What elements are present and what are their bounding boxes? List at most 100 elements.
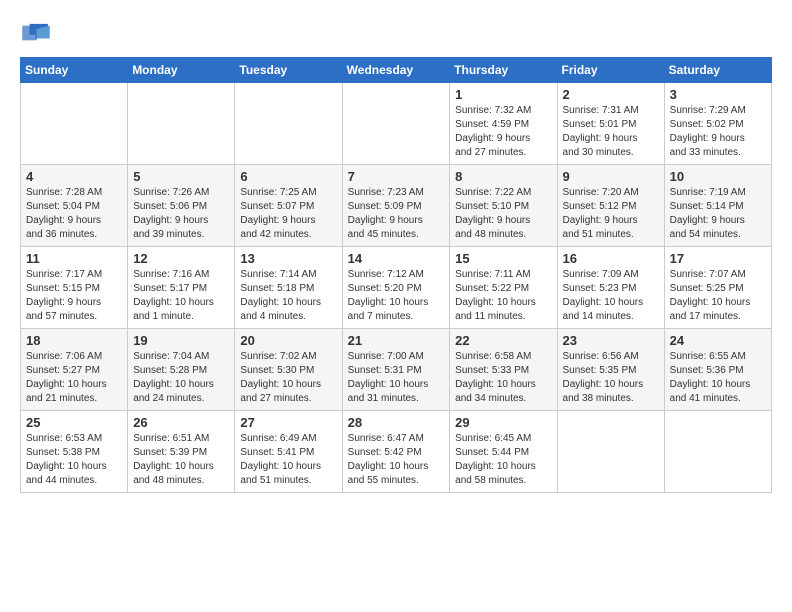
day-info: Sunrise: 6:53 AM Sunset: 5:38 PM Dayligh… xyxy=(26,432,122,488)
calendar-cell xyxy=(664,411,771,493)
weekday-header-wednesday: Wednesday xyxy=(342,58,450,83)
day-info: Sunrise: 7:09 AM Sunset: 5:23 PM Dayligh… xyxy=(563,268,659,324)
calendar-week-row: 11 Sunrise: 7:17 AM Sunset: 5:15 PM Dayli… xyxy=(21,247,772,329)
day-info: Sunrise: 7:04 AM Sunset: 5:28 PM Dayligh… xyxy=(133,350,229,406)
calendar-week-row: 1 Sunrise: 7:32 AM Sunset: 4:59 PM Daylig… xyxy=(21,83,772,165)
day-number: 10 xyxy=(670,169,766,184)
day-info: Sunrise: 7:17 AM Sunset: 5:15 PM Dayligh… xyxy=(26,268,122,324)
day-number: 2 xyxy=(563,87,659,102)
calendar-cell: 29 Sunrise: 6:45 AM Sunset: 5:44 PM Dayli… xyxy=(450,411,557,493)
day-info: Sunrise: 6:51 AM Sunset: 5:39 PM Dayligh… xyxy=(133,432,229,488)
calendar-cell xyxy=(342,83,450,165)
logo-icon xyxy=(22,22,50,44)
calendar-cell: 18 Sunrise: 7:06 AM Sunset: 5:27 PM Dayli… xyxy=(21,329,128,411)
day-info: Sunrise: 7:14 AM Sunset: 5:18 PM Dayligh… xyxy=(240,268,336,324)
day-number: 17 xyxy=(670,251,766,266)
day-number: 6 xyxy=(240,169,336,184)
day-number: 3 xyxy=(670,87,766,102)
calendar-cell xyxy=(21,83,128,165)
calendar-cell: 16 Sunrise: 7:09 AM Sunset: 5:23 PM Dayli… xyxy=(557,247,664,329)
calendar-cell: 12 Sunrise: 7:16 AM Sunset: 5:17 PM Dayli… xyxy=(128,247,235,329)
day-info: Sunrise: 7:07 AM Sunset: 5:25 PM Dayligh… xyxy=(670,268,766,324)
calendar-cell: 2 Sunrise: 7:31 AM Sunset: 5:01 PM Daylig… xyxy=(557,83,664,165)
logo xyxy=(20,22,50,49)
day-number: 16 xyxy=(563,251,659,266)
day-info: Sunrise: 7:23 AM Sunset: 5:09 PM Dayligh… xyxy=(348,186,445,242)
day-number: 25 xyxy=(26,415,122,430)
day-number: 11 xyxy=(26,251,122,266)
calendar-cell: 14 Sunrise: 7:12 AM Sunset: 5:20 PM Dayli… xyxy=(342,247,450,329)
calendar-cell: 7Sunrise: 7:23 AM Sunset: 5:09 PM Daylig… xyxy=(342,165,450,247)
day-info: Sunrise: 7:26 AM Sunset: 5:06 PM Dayligh… xyxy=(133,186,229,242)
calendar-cell: 21Sunrise: 7:00 AM Sunset: 5:31 PM Dayli… xyxy=(342,329,450,411)
day-number: 18 xyxy=(26,333,122,348)
day-info: Sunrise: 6:45 AM Sunset: 5:44 PM Dayligh… xyxy=(455,432,551,488)
day-info: Sunrise: 6:58 AM Sunset: 5:33 PM Dayligh… xyxy=(455,350,551,406)
calendar-week-row: 25 Sunrise: 6:53 AM Sunset: 5:38 PM Dayli… xyxy=(21,411,772,493)
calendar-cell: 23 Sunrise: 6:56 AM Sunset: 5:35 PM Dayli… xyxy=(557,329,664,411)
day-info: Sunrise: 6:49 AM Sunset: 5:41 PM Dayligh… xyxy=(240,432,336,488)
day-info: Sunrise: 7:28 AM Sunset: 5:04 PM Dayligh… xyxy=(26,186,122,242)
day-number: 23 xyxy=(563,333,659,348)
day-number: 12 xyxy=(133,251,229,266)
day-info: Sunrise: 7:12 AM Sunset: 5:20 PM Dayligh… xyxy=(348,268,445,324)
calendar-cell: 13 Sunrise: 7:14 AM Sunset: 5:18 PM Dayli… xyxy=(235,247,342,329)
calendar-cell: 20 Sunrise: 7:02 AM Sunset: 5:30 PM Dayli… xyxy=(235,329,342,411)
day-info: Sunrise: 7:29 AM Sunset: 5:02 PM Dayligh… xyxy=(670,104,766,160)
weekday-header-saturday: Saturday xyxy=(664,58,771,83)
day-info: Sunrise: 7:20 AM Sunset: 5:12 PM Dayligh… xyxy=(563,186,659,242)
day-info: Sunrise: 6:47 AM Sunset: 5:42 PM Dayligh… xyxy=(348,432,445,488)
calendar-cell: 25 Sunrise: 6:53 AM Sunset: 5:38 PM Dayli… xyxy=(21,411,128,493)
calendar-cell: 22 Sunrise: 6:58 AM Sunset: 5:33 PM Dayli… xyxy=(450,329,557,411)
day-number: 8 xyxy=(455,169,551,184)
day-number: 5 xyxy=(133,169,229,184)
day-number: 1 xyxy=(455,87,551,102)
calendar-cell xyxy=(557,411,664,493)
calendar-week-row: 18 Sunrise: 7:06 AM Sunset: 5:27 PM Dayli… xyxy=(21,329,772,411)
day-number: 22 xyxy=(455,333,551,348)
calendar-cell: 15Sunrise: 7:11 AM Sunset: 5:22 PM Dayli… xyxy=(450,247,557,329)
weekday-header-tuesday: Tuesday xyxy=(235,58,342,83)
calendar-cell: 1 Sunrise: 7:32 AM Sunset: 4:59 PM Daylig… xyxy=(450,83,557,165)
day-number: 9 xyxy=(563,169,659,184)
calendar-cell: 6 Sunrise: 7:25 AM Sunset: 5:07 PM Daylig… xyxy=(235,165,342,247)
calendar-cell xyxy=(128,83,235,165)
calendar-cell: 8 Sunrise: 7:22 AM Sunset: 5:10 PM Daylig… xyxy=(450,165,557,247)
day-number: 4 xyxy=(26,169,122,184)
calendar-cell: 4 Sunrise: 7:28 AM Sunset: 5:04 PM Daylig… xyxy=(21,165,128,247)
calendar-cell: 19Sunrise: 7:04 AM Sunset: 5:28 PM Dayli… xyxy=(128,329,235,411)
calendar-cell: 26 Sunrise: 6:51 AM Sunset: 5:39 PM Dayli… xyxy=(128,411,235,493)
day-number: 15 xyxy=(455,251,551,266)
day-info: Sunrise: 7:19 AM Sunset: 5:14 PM Dayligh… xyxy=(670,186,766,242)
calendar-cell: 10 Sunrise: 7:19 AM Sunset: 5:14 PM Dayli… xyxy=(664,165,771,247)
day-number: 13 xyxy=(240,251,336,266)
day-number: 26 xyxy=(133,415,229,430)
day-number: 29 xyxy=(455,415,551,430)
day-info: Sunrise: 6:55 AM Sunset: 5:36 PM Dayligh… xyxy=(670,350,766,406)
day-number: 14 xyxy=(348,251,445,266)
calendar-week-row: 4 Sunrise: 7:28 AM Sunset: 5:04 PM Daylig… xyxy=(21,165,772,247)
day-number: 28 xyxy=(348,415,445,430)
day-info: Sunrise: 7:06 AM Sunset: 5:27 PM Dayligh… xyxy=(26,350,122,406)
day-number: 24 xyxy=(670,333,766,348)
calendar-cell: 17 Sunrise: 7:07 AM Sunset: 5:25 PM Dayli… xyxy=(664,247,771,329)
calendar-cell: 28 Sunrise: 6:47 AM Sunset: 5:42 PM Dayli… xyxy=(342,411,450,493)
day-number: 20 xyxy=(240,333,336,348)
calendar-cell: 9 Sunrise: 7:20 AM Sunset: 5:12 PM Daylig… xyxy=(557,165,664,247)
day-info: Sunrise: 7:22 AM Sunset: 5:10 PM Dayligh… xyxy=(455,186,551,242)
weekday-header-friday: Friday xyxy=(557,58,664,83)
weekday-header-thursday: Thursday xyxy=(450,58,557,83)
day-info: Sunrise: 7:31 AM Sunset: 5:01 PM Dayligh… xyxy=(563,104,659,160)
day-info: Sunrise: 7:00 AM Sunset: 5:31 PM Dayligh… xyxy=(348,350,445,406)
day-info: Sunrise: 7:16 AM Sunset: 5:17 PM Dayligh… xyxy=(133,268,229,324)
header xyxy=(20,16,772,49)
calendar-cell: 11 Sunrise: 7:17 AM Sunset: 5:15 PM Dayli… xyxy=(21,247,128,329)
day-number: 27 xyxy=(240,415,336,430)
day-info: Sunrise: 7:02 AM Sunset: 5:30 PM Dayligh… xyxy=(240,350,336,406)
day-info: Sunrise: 6:56 AM Sunset: 5:35 PM Dayligh… xyxy=(563,350,659,406)
day-info: Sunrise: 7:32 AM Sunset: 4:59 PM Dayligh… xyxy=(455,104,551,160)
weekday-header-monday: Monday xyxy=(128,58,235,83)
day-info: Sunrise: 7:25 AM Sunset: 5:07 PM Dayligh… xyxy=(240,186,336,242)
calendar-table: SundayMondayTuesdayWednesdayThursdayFrid… xyxy=(20,57,772,493)
calendar-cell: 5 Sunrise: 7:26 AM Sunset: 5:06 PM Daylig… xyxy=(128,165,235,247)
